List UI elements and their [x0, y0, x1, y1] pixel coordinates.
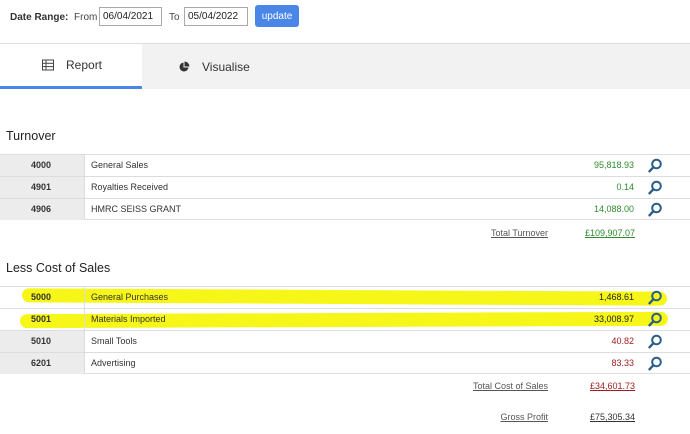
- date-range-filter: Date Range: From To update: [0, 0, 690, 40]
- account-name: General Purchases: [91, 292, 169, 302]
- turnover-title: Turnover: [6, 129, 56, 143]
- search-icon[interactable]: [648, 334, 663, 349]
- tab-report-label: Report: [66, 58, 103, 72]
- account-amount: 95,818.93: [593, 160, 634, 170]
- tab-visualise-label: Visualise: [202, 59, 250, 74]
- update-button[interactable]: update: [255, 5, 299, 27]
- to-date-input[interactable]: [184, 7, 248, 26]
- table-row: 4906 HMRC SEISS GRANT 14,088.00: [0, 198, 690, 220]
- search-icon[interactable]: [648, 312, 663, 327]
- account-name: Materials Imported: [91, 314, 166, 324]
- table-row: 5000 General Purchases 1,468.61: [0, 286, 690, 308]
- table-row: 5001 Materials Imported 33,008.97: [0, 308, 690, 330]
- total-turnover-value: £109,907.07: [585, 228, 636, 238]
- table-row: 4901 Royalties Received 0.14: [0, 176, 690, 198]
- total-turnover-label: Total Turnover: [490, 228, 548, 238]
- account-code: 5000: [0, 287, 85, 308]
- table-row: 6201 Advertising 83.33: [0, 352, 690, 374]
- tab-report[interactable]: Report: [0, 44, 142, 89]
- account-code: 4901: [0, 177, 85, 198]
- from-label: From: [74, 12, 98, 23]
- account-amount: 14,088.00: [593, 204, 634, 214]
- cost-of-sales-table: 5000 General Purchases 1,468.61 5001 Mat…: [0, 286, 690, 374]
- gross-profit-label: Gross Profit: [500, 412, 548, 422]
- account-amount: 40.82: [611, 336, 634, 346]
- account-name: Small Tools: [91, 336, 137, 346]
- date-range-label: Date Range:: [10, 12, 69, 23]
- total-cost-of-sales-label: Total Cost of Sales: [472, 381, 548, 391]
- account-code: 4906: [0, 199, 85, 220]
- account-amount: 1,468.61: [598, 292, 634, 302]
- turnover-table: 4000 General Sales 95,818.93 4901 Royalt…: [0, 154, 690, 220]
- table-row: 4000 General Sales 95,818.93: [0, 154, 690, 176]
- account-code: 6201: [0, 353, 85, 374]
- search-icon[interactable]: [648, 158, 663, 173]
- search-icon[interactable]: [648, 290, 663, 305]
- table-row: 5010 Small Tools 40.82: [0, 330, 690, 352]
- account-amount: 33,008.97: [593, 314, 634, 324]
- search-icon[interactable]: [648, 356, 663, 371]
- account-amount: 83.33: [611, 358, 634, 368]
- account-name: Royalties Received: [91, 182, 169, 192]
- account-amount: 0.14: [616, 182, 634, 192]
- account-name: HMRC SEISS GRANT: [91, 204, 182, 214]
- tab-visualise[interactable]: Visualise: [142, 44, 282, 89]
- account-name: Advertising: [91, 358, 136, 368]
- total-cost-of-sales-value: £34,601.73: [590, 381, 636, 391]
- tab-bar: Report Visualise: [0, 44, 690, 89]
- search-icon[interactable]: [648, 202, 663, 217]
- to-label: To: [169, 12, 180, 23]
- account-code: 4000: [0, 155, 85, 176]
- cost-of-sales-title: Less Cost of Sales: [6, 261, 111, 275]
- from-date-input[interactable]: [99, 7, 162, 26]
- table-icon: [42, 59, 54, 71]
- pie-chart-icon: [179, 61, 190, 71]
- account-code: 5010: [0, 331, 85, 352]
- account-code: 5001: [0, 309, 85, 330]
- account-name: General Sales: [91, 160, 149, 170]
- gross-profit-value: £75,305.34: [590, 412, 636, 422]
- search-icon[interactable]: [648, 180, 663, 195]
